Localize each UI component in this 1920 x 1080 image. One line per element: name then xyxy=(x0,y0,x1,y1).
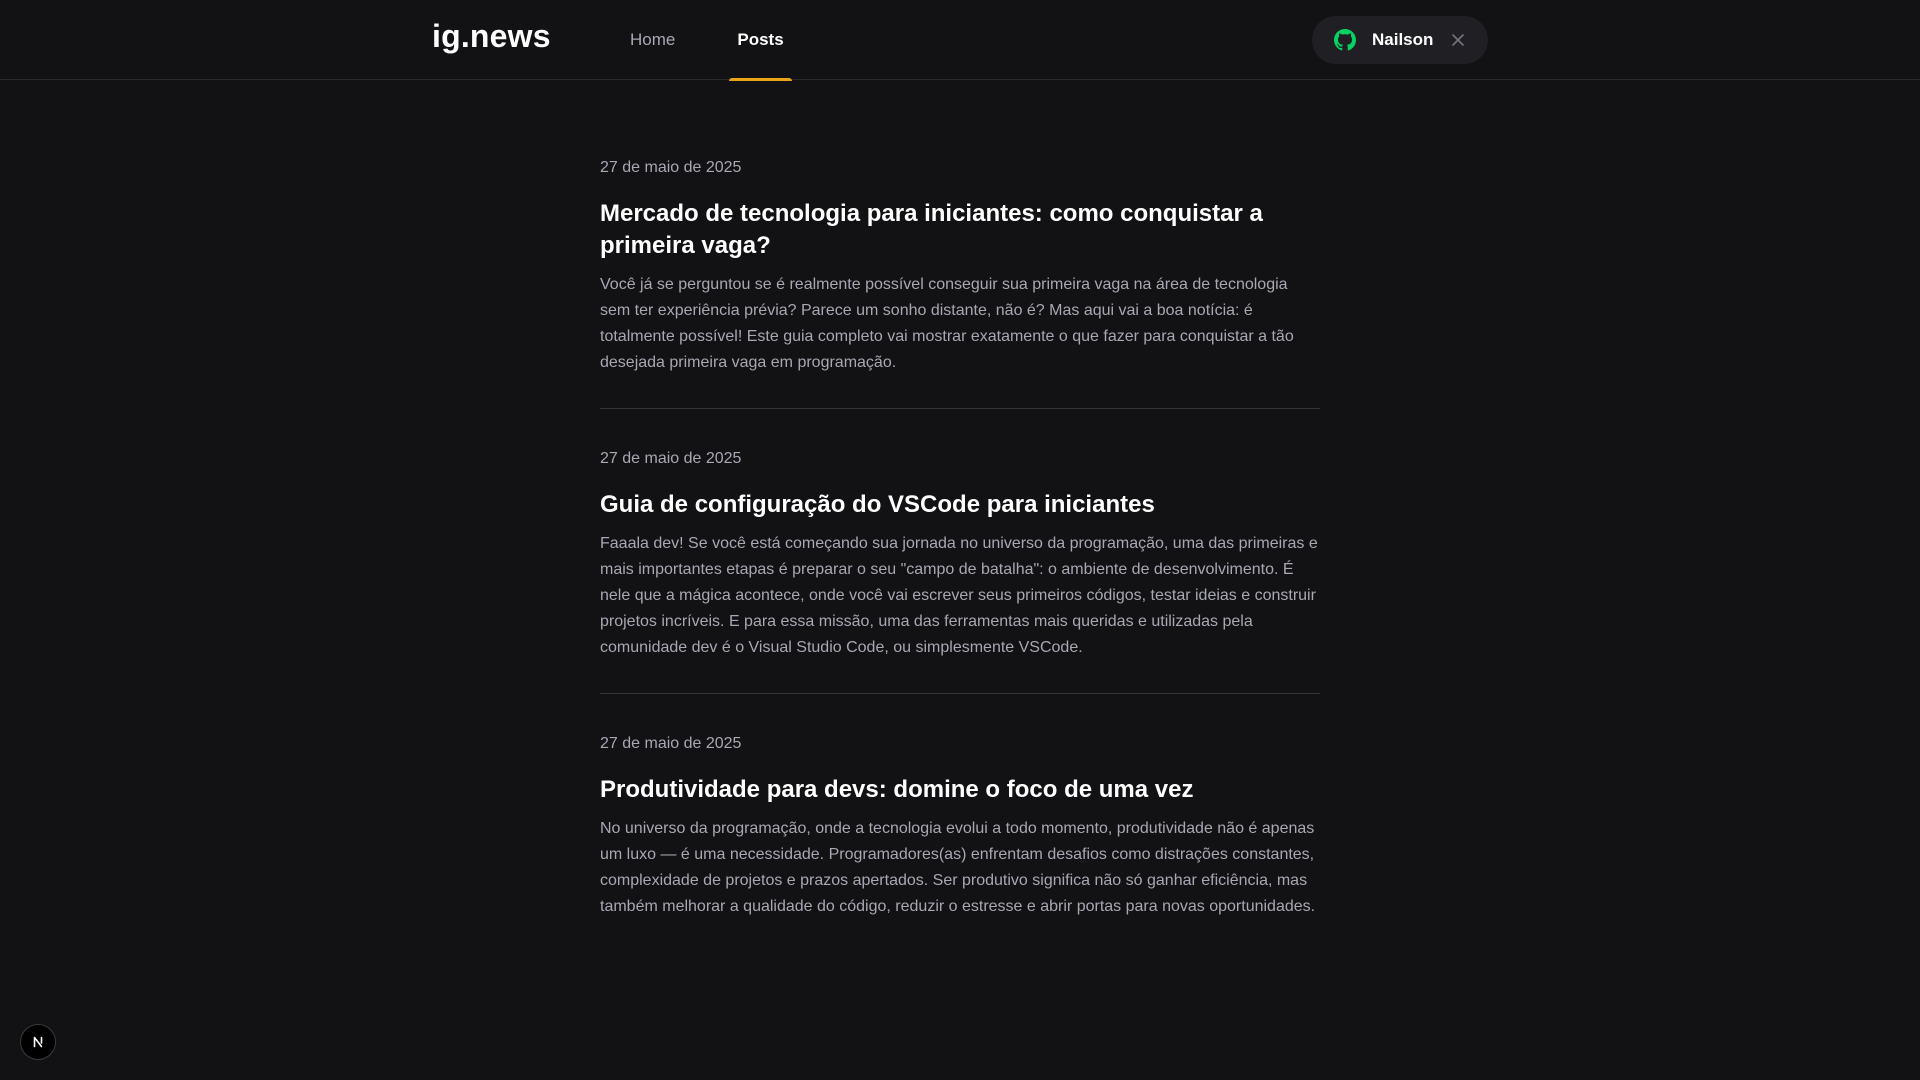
post-date: 27 de maio de 2025 xyxy=(600,159,742,176)
header-content: ig.news Home Posts Nailson xyxy=(432,0,1488,81)
post-item[interactable]: 27 de maio de 2025 Mercado de tecnologia… xyxy=(600,80,1320,409)
nextjs-dev-badge[interactable] xyxy=(20,1024,56,1060)
sign-out-button[interactable]: Nailson xyxy=(1312,16,1488,64)
post-excerpt: Faaala dev! Se você está começando sua j… xyxy=(600,535,1318,656)
github-icon xyxy=(1334,29,1356,51)
nextjs-icon xyxy=(30,1034,46,1050)
post-date: 27 de maio de 2025 xyxy=(600,450,742,467)
post-title[interactable]: Produtividade para devs: domine o foco d… xyxy=(600,774,1320,806)
post-item[interactable]: 27 de maio de 2025 Produtividade para de… xyxy=(600,694,1320,952)
post-item[interactable]: 27 de maio de 2025 Guia de configuração … xyxy=(600,409,1320,694)
post-excerpt: No universo da programação, onde a tecno… xyxy=(600,820,1316,915)
close-icon[interactable] xyxy=(1433,33,1465,47)
post-title[interactable]: Guia de configuração do VSCode para inic… xyxy=(600,489,1320,521)
main-nav: Home Posts xyxy=(622,0,838,81)
post-excerpt: Você já se perguntou se é realmente poss… xyxy=(600,276,1294,371)
site-header: ig.news Home Posts Nailson xyxy=(0,0,1920,81)
user-name: Nailson xyxy=(1372,30,1434,49)
logo[interactable]: ig.news xyxy=(432,18,551,55)
post-title[interactable]: Mercado de tecnologia para iniciantes: c… xyxy=(600,198,1320,262)
posts-list: 27 de maio de 2025 Mercado de tecnologia… xyxy=(600,80,1320,952)
nav-link-posts[interactable]: Posts xyxy=(729,0,792,81)
nav-link-home[interactable]: Home xyxy=(622,0,683,80)
post-date: 27 de maio de 2025 xyxy=(600,735,742,752)
